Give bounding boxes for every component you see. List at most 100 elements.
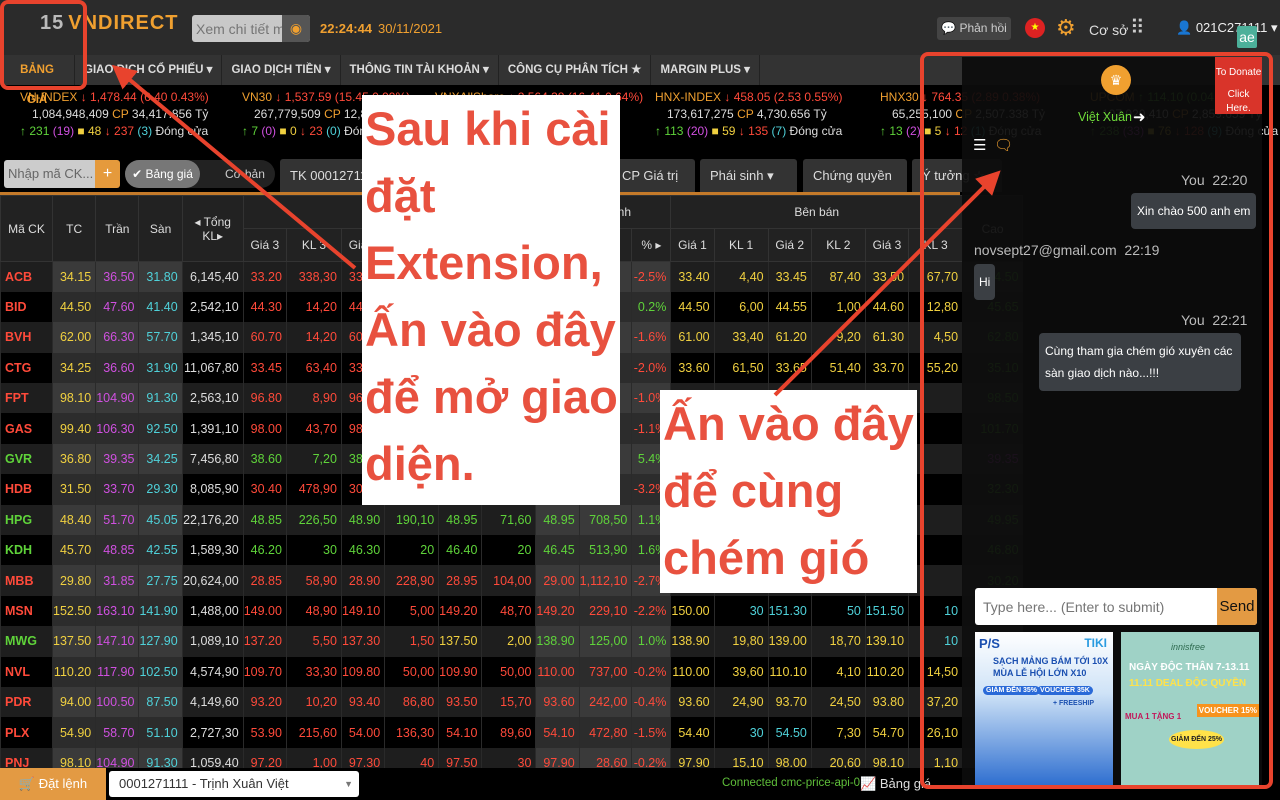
col-header[interactable]: Giá 3 xyxy=(242,228,287,262)
cell-ticker[interactable]: MBB xyxy=(0,565,53,596)
cell-value: 89,60 xyxy=(481,717,536,748)
col-header[interactable]: % ▸ xyxy=(631,228,672,262)
cell-ticker[interactable]: HPG xyxy=(0,504,53,536)
cell-value: 152.50 xyxy=(51,595,96,627)
col-header[interactable]: Giá 1 xyxy=(670,228,715,262)
nav-bang-gia[interactable]: BẢNG GIÁ xyxy=(0,55,75,106)
cell-ticker[interactable]: BVH xyxy=(0,322,53,353)
cell-ticker[interactable]: CTG xyxy=(0,352,53,384)
chat-icon[interactable]: 🗨 xyxy=(994,136,1013,154)
annotation-line: để mở giao xyxy=(365,370,618,423)
cell-value: 19,80 xyxy=(713,626,769,657)
ad-banner-innisfree[interactable]: innisfree NGÀY ĐỘC THÂN 7-13.11 11.11 DE… xyxy=(1121,632,1259,785)
tab-chung-quyen[interactable]: Chứng quyền ▾ xyxy=(803,159,907,216)
cell-value: 4,40 xyxy=(713,261,769,292)
cell-value: 7,456,80 xyxy=(181,443,244,475)
col-header[interactable]: KL 2 xyxy=(810,228,866,262)
col-header[interactable]: Giá 2 xyxy=(767,228,812,262)
account-select[interactable]: 0001271111 - Trịnh Xuân Việt ▼ xyxy=(109,771,359,797)
cell-value: 4,149,60 xyxy=(181,686,244,718)
cell-ticker[interactable]: GAS xyxy=(0,413,53,444)
cell-ticker[interactable]: KDH xyxy=(0,535,53,566)
index-vn-index[interactable]: VN-INDEX ↓ 1,478.44 (6.40 0.43%) 1,084,9… xyxy=(20,89,209,140)
cell-value: 33.20 xyxy=(242,261,287,292)
col-header[interactable]: ◂ Tổng KL▸ xyxy=(181,195,244,262)
table-row[interactable]: MWG 137.50 147.10 127.90 1,089,10 137.20 5,50 1… xyxy=(0,626,1023,657)
col-header[interactable]: KL 1 xyxy=(713,228,769,262)
add-symbol-button[interactable]: + xyxy=(95,160,120,188)
nav-cong-cu-phan-tich[interactable]: CÔNG CỤ PHÂN TÍCH ★ xyxy=(499,55,652,85)
list-icon[interactable]: ☰ xyxy=(973,136,986,154)
stock-search-input[interactable] xyxy=(192,15,282,42)
tab-phai-sinh[interactable]: Phái sinh ▾ xyxy=(700,159,797,192)
chat-avatar[interactable]: ♛ xyxy=(1101,65,1131,95)
feedback-button[interactable]: 💬 Phản hồi xyxy=(937,17,1011,40)
table-row[interactable]: PDR 94.00 100.50 87.50 4,149,60 93.20 10,20 93.… xyxy=(0,686,1023,718)
ad-banner-ps[interactable]: P/S TIKI SẠCH MẢNG BÁM TỚI 10X MÙA LỄ HỘ… xyxy=(975,632,1113,785)
cell-value: 151.30 xyxy=(767,595,812,627)
cell-value: 34.15 xyxy=(51,261,96,292)
extension-icon[interactable]: ae xyxy=(1237,26,1257,48)
col-header[interactable]: Sàn xyxy=(138,195,183,262)
cell-ticker[interactable]: PDR xyxy=(0,686,53,718)
col-header[interactable]: KL 3 xyxy=(908,228,964,262)
cell-value: 18,70 xyxy=(810,626,866,657)
index-hnx-index[interactable]: HNX-INDEX ↓ 458.05 (2.53 0.55%) 173,617,… xyxy=(655,89,842,140)
donate-button[interactable]: To Donate Click Here. xyxy=(1215,57,1262,114)
tab-cp-gia-tri[interactable]: CP Giá trị ▾ xyxy=(612,159,695,216)
annotation-line: Extension, xyxy=(365,236,603,289)
cell-value: 44.55 xyxy=(767,291,812,323)
chat-input[interactable] xyxy=(975,588,1218,625)
cell-ticker[interactable]: FPT xyxy=(0,383,53,414)
cell-ticker[interactable]: PLX xyxy=(0,717,53,748)
send-button[interactable]: Send xyxy=(1217,588,1257,625)
cell-value: 24,90 xyxy=(713,686,769,718)
cell-ticker[interactable]: BID xyxy=(0,291,53,323)
mode-selector[interactable]: Cơ sở xyxy=(1089,22,1128,38)
cell-value: 338,30 xyxy=(285,261,342,292)
col-header[interactable]: TC xyxy=(51,195,97,262)
nav-giao-dich-co-phieu[interactable]: GIAO DỊCH CỔ PHIẾU ▾ xyxy=(75,55,223,85)
table-row[interactable]: PLX 54.90 58.70 51.10 2,727,30 53.90 215,60 54.… xyxy=(0,717,1023,748)
apps-grid-icon[interactable]: ⠿ xyxy=(1130,18,1145,38)
place-order-button[interactable]: 🛒 Đặt lệnh xyxy=(0,768,106,800)
footer-board-link[interactable]: 📈 Bảng giá xyxy=(860,776,931,792)
cell-ticker[interactable]: ACB xyxy=(0,261,53,292)
cell-value: 1,112,10 xyxy=(578,565,632,596)
view-toggle[interactable]: ✔ Bảng giá Cơ bản xyxy=(125,160,275,188)
cell-ticker[interactable]: MWG xyxy=(0,626,53,657)
cell-value: 104,00 xyxy=(481,565,536,596)
table-row[interactable]: MSN 152.50 163.10 141.90 1,488,00 149.00 48,90… xyxy=(0,595,1023,627)
cell-ticker[interactable]: NVL xyxy=(0,656,53,687)
nav-thong-tin-tai-khoan[interactable]: THÔNG TIN TÀI KHOẢN ▾ xyxy=(341,55,499,85)
col-header[interactable]: Mã CK xyxy=(0,195,53,262)
cell-value: 137.30 xyxy=(340,626,385,657)
symbol-input[interactable]: Nhập mã CK... xyxy=(4,160,95,188)
cell-value: 54.00 xyxy=(340,717,385,748)
chat-user-name: Việt Xuân xyxy=(1078,110,1132,124)
vndirect-logo[interactable]: 15 VNDIRECT xyxy=(40,12,178,35)
gear-icon[interactable]: ⚙ xyxy=(1056,15,1076,41)
cell-ticker[interactable]: HDB xyxy=(0,474,53,505)
col-header[interactable]: Trần xyxy=(95,195,140,262)
cell-value: 22,176,20 xyxy=(181,504,244,536)
cell-ticker[interactable]: GVR xyxy=(0,443,53,475)
chat-input-box: Send xyxy=(975,588,1257,625)
nav-margin-plus[interactable]: MARGIN PLUS ▾ xyxy=(651,55,760,85)
vietnam-flag-icon[interactable]: ★ xyxy=(1025,18,1045,38)
table-row[interactable]: NVL 110.20 117.90 102.50 4,574,90 109.70 33,30… xyxy=(0,656,1023,687)
cell-value: 100.50 xyxy=(95,686,139,718)
toggle-co-ban[interactable]: Cơ bản xyxy=(225,160,265,188)
nav-giao-dich-tien[interactable]: GIAO DỊCH TIỀN ▾ xyxy=(222,55,341,85)
cell-value: 14,50 xyxy=(908,656,963,687)
logout-icon[interactable]: ➜ xyxy=(1133,108,1146,126)
col-header[interactable]: Giá 3 xyxy=(864,228,910,262)
cell-value: 125,00 xyxy=(578,626,632,657)
cell-ticker[interactable]: MSN xyxy=(0,595,53,627)
eye-icon[interactable]: ◉ xyxy=(282,15,310,42)
connection-status: Connected cmc-price-api-01 xyxy=(722,777,867,789)
toggle-bang-gia[interactable]: ✔ Bảng giá xyxy=(125,160,200,188)
cell-value: 8,90 xyxy=(285,383,342,414)
col-header[interactable]: KL 3 xyxy=(285,228,342,262)
user-menu[interactable]: 👤 021C271111 ▾ xyxy=(1176,20,1278,36)
